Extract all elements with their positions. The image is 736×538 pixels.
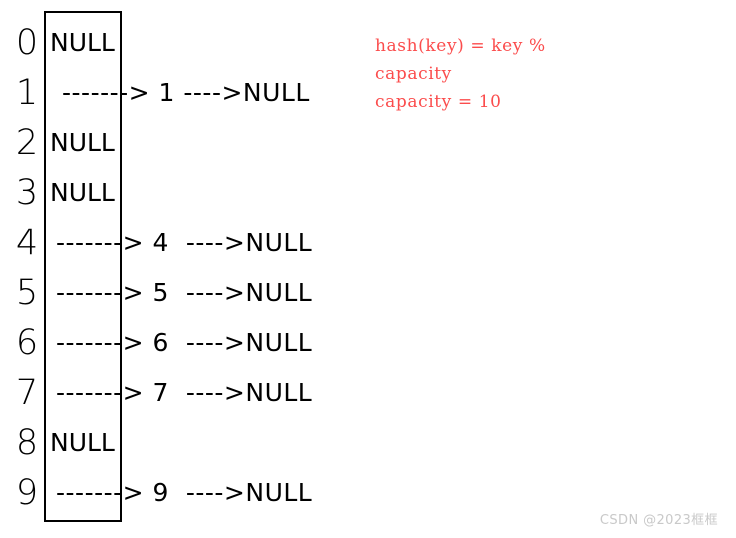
bucket-row: 6 -------> 6 ---->NULL [0,318,736,368]
bucket-null-2: NULL [50,128,115,157]
bucket-chain-6: -------> 6 ---->NULL [56,328,313,357]
bucket-index-6: 6 [15,323,39,363]
bucket-row: 8 NULL [0,418,736,468]
bucket-row: 7 -------> 7 ---->NULL [0,368,736,418]
bucket-index-4: 4 [15,223,39,263]
bucket-row: 2 NULL [0,118,736,168]
diagram-canvas: 0 NULL 1 -------> 1 ---->NULL 2 NULL 3 NULL 4 ---… [0,0,736,538]
bucket-index-8: 8 [15,423,39,463]
bucket-index-0: 0 [15,23,39,63]
bucket-null-8: NULL [50,428,115,457]
bucket-chain-7: -------> 7 ---->NULL [56,378,313,407]
bucket-index-9: 9 [15,473,39,513]
bucket-index-1: 1 [15,73,39,113]
bucket-chain-4: -------> 4 ---->NULL [56,228,313,257]
bucket-chain-5: -------> 5 ---->NULL [56,278,313,307]
hash-formula-annotation: hash(key) = key % capacity capacity = 10 [375,32,675,116]
bucket-index-2: 2 [15,123,39,163]
bucket-row: 5 -------> 5 ---->NULL [0,268,736,318]
bucket-index-7: 7 [15,373,39,413]
bucket-row: 4 -------> 4 ---->NULL [0,218,736,268]
bucket-chain-1: -------> 1 ---->NULL [62,78,310,107]
bucket-index-5: 5 [15,273,39,313]
bucket-row: 3 NULL [0,168,736,218]
bucket-null-0: NULL [50,28,115,57]
bucket-chain-9: -------> 9 ---->NULL [56,478,313,507]
bucket-null-3: NULL [50,178,115,207]
formula-line-1: hash(key) = key % [375,36,546,56]
formula-line-2: capacity [375,64,452,84]
csdn-watermark: CSDN @2023框框 [599,513,718,528]
bucket-index-3: 3 [15,173,39,213]
formula-line-3: capacity = 10 [375,92,502,112]
